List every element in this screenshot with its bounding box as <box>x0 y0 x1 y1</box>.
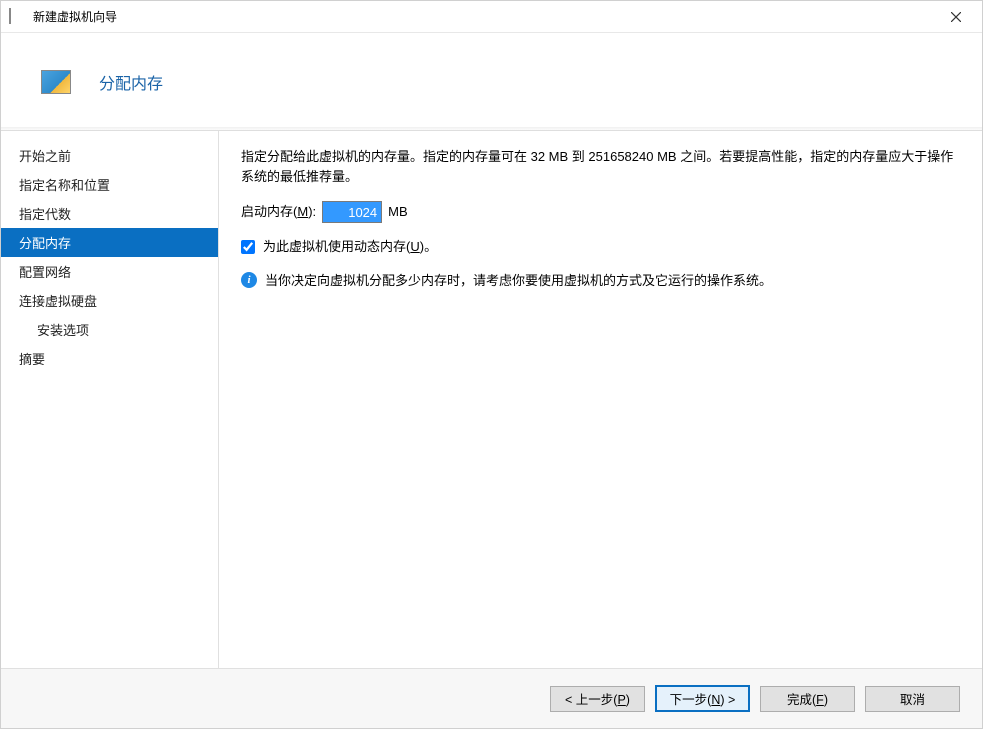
dynamic-memory-label: 为此虚拟机使用动态内存(U)。 <box>263 237 437 257</box>
window-title: 新建虚拟机向导 <box>33 8 933 25</box>
sidebar-item-generation[interactable]: 指定代数 <box>1 199 218 228</box>
btn-accel: P <box>617 693 625 707</box>
btn-accel: F <box>816 693 824 707</box>
info-text: 当你决定向虚拟机分配多少内存时，请考虑你要使用虚拟机的方式及它运行的操作系统。 <box>265 271 772 291</box>
header-icon <box>41 70 71 94</box>
sidebar-item-label: 分配内存 <box>19 236 71 251</box>
sidebar-item-install-options[interactable]: 安装选项 <box>1 315 218 344</box>
sidebar-item-label: 连接虚拟硬盘 <box>19 294 97 309</box>
wizard-content: 指定分配给此虚拟机的内存量。指定的内存量可在 32 MB 到 251658240… <box>219 131 982 668</box>
btn-text: 下一步( <box>670 693 712 707</box>
sidebar-item-summary[interactable]: 摘要 <box>1 344 218 373</box>
app-icon <box>9 9 25 25</box>
titlebar: 新建虚拟机向导 <box>1 1 982 33</box>
sidebar-item-configure-network[interactable]: 配置网络 <box>1 257 218 286</box>
next-button[interactable]: 下一步(N) > <box>655 685 750 712</box>
dynamic-memory-row: 为此虚拟机使用动态内存(U)。 <box>241 237 960 257</box>
wizard-steps-sidebar: 开始之前 指定名称和位置 指定代数 分配内存 配置网络 连接虚拟硬盘 安装选项 … <box>1 131 219 668</box>
sidebar-item-label: 安装选项 <box>37 323 89 338</box>
label-accel: U <box>410 239 419 254</box>
label-text: 启动内存( <box>241 204 297 219</box>
btn-text: 取消 <box>900 693 925 707</box>
wizard-footer: < 上一步(P) 下一步(N) > 完成(F) 取消 <box>1 668 982 728</box>
sidebar-item-name-location[interactable]: 指定名称和位置 <box>1 170 218 199</box>
cancel-button[interactable]: 取消 <box>865 686 960 712</box>
btn-text: < 上一步( <box>565 693 617 707</box>
label-text: 为此虚拟机使用动态内存( <box>263 239 410 254</box>
dynamic-memory-checkbox[interactable] <box>241 240 255 254</box>
startup-memory-input[interactable] <box>322 201 382 223</box>
btn-text: 完成( <box>787 693 816 707</box>
sidebar-item-assign-memory[interactable]: 分配内存 <box>1 228 218 257</box>
sidebar-item-before-begin[interactable]: 开始之前 <box>1 141 218 170</box>
label-text: )。 <box>420 239 437 254</box>
btn-text: ) <box>626 693 630 707</box>
wizard-body: 开始之前 指定名称和位置 指定代数 分配内存 配置网络 连接虚拟硬盘 安装选项 … <box>1 131 982 668</box>
info-icon: i <box>241 272 257 288</box>
page-title: 分配内存 <box>99 70 163 94</box>
label-text: ): <box>308 204 316 219</box>
sidebar-item-connect-vhd[interactable]: 连接虚拟硬盘 <box>1 286 218 315</box>
btn-text: ) > <box>720 693 735 707</box>
wizard-window: 新建虚拟机向导 分配内存 开始之前 指定名称和位置 指定代数 分配内存 配置网络… <box>0 0 983 729</box>
sidebar-item-label: 配置网络 <box>19 265 71 280</box>
close-icon <box>951 12 961 22</box>
sidebar-item-label: 摘要 <box>19 352 45 367</box>
btn-text: ) <box>824 693 828 707</box>
finish-button[interactable]: 完成(F) <box>760 686 855 712</box>
startup-memory-row: 启动内存(M): MB <box>241 201 960 223</box>
sidebar-item-label: 指定代数 <box>19 207 71 222</box>
info-note: i 当你决定向虚拟机分配多少内存时，请考虑你要使用虚拟机的方式及它运行的操作系统… <box>241 271 960 291</box>
sidebar-item-label: 指定名称和位置 <box>19 178 110 193</box>
label-accel: M <box>297 204 308 219</box>
close-button[interactable] <box>933 2 978 32</box>
memory-unit: MB <box>388 202 408 222</box>
sidebar-item-label: 开始之前 <box>19 149 71 164</box>
memory-description: 指定分配给此虚拟机的内存量。指定的内存量可在 32 MB 到 251658240… <box>241 147 960 187</box>
wizard-header: 分配内存 <box>1 33 982 131</box>
startup-memory-label: 启动内存(M): <box>241 202 316 222</box>
previous-button[interactable]: < 上一步(P) <box>550 686 645 712</box>
